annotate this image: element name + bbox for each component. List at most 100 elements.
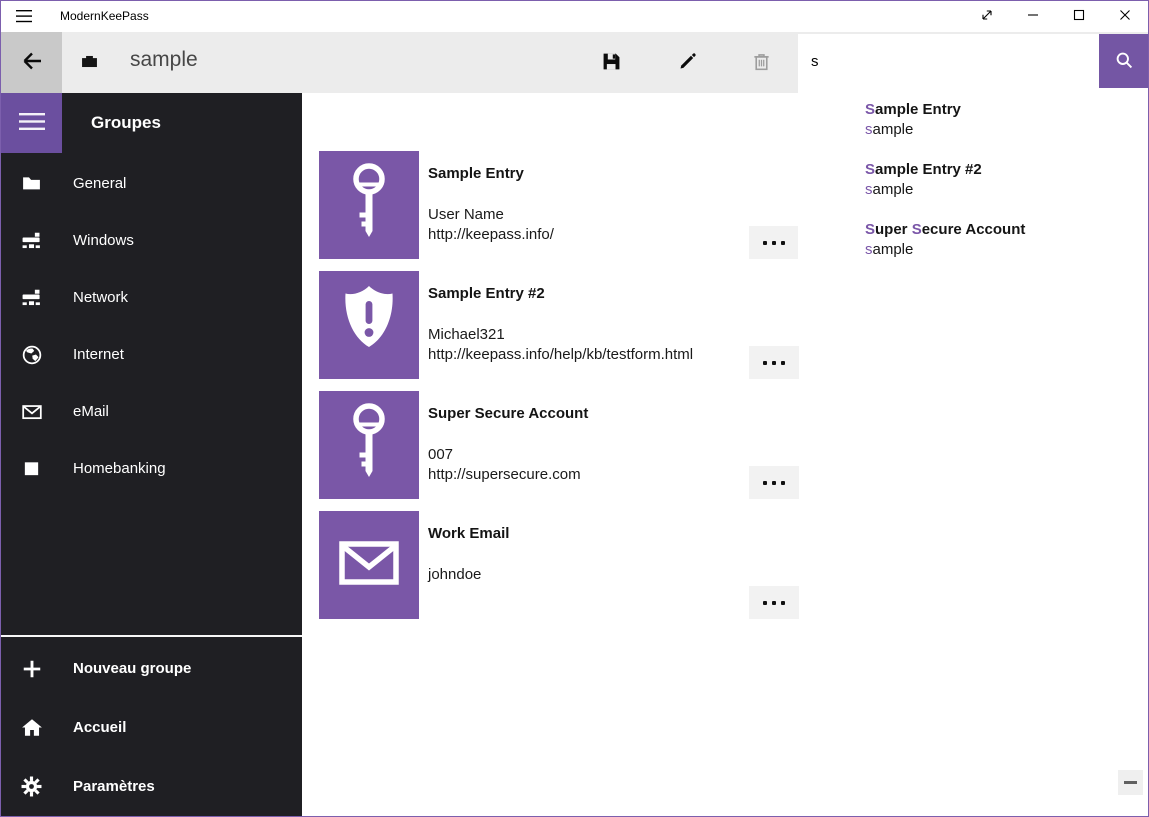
ellipsis-icon [763, 601, 767, 605]
nav-hamburger-button[interactable] [1, 93, 62, 153]
entry-list: Sample Entry User Name http://keepass.in… [319, 151, 799, 631]
entry-details: User Name http://keepass.info/ [428, 205, 554, 245]
sidebar-item-label: Nouveau groupe [73, 660, 191, 677]
edit-button[interactable] [663, 32, 711, 93]
app-window: ModernKeePass [0, 0, 1149, 817]
entry-username: Michael321 [428, 325, 693, 345]
sidebar-item-new-group[interactable]: Nouveau groupe [1, 639, 302, 698]
hamburger-icon[interactable] [16, 10, 32, 23]
close-icon [1119, 9, 1131, 24]
search-result-super-secure-account[interactable]: Super Secure Account sample [865, 220, 1139, 260]
maximize-button[interactable] [1056, 1, 1102, 32]
sidebar-divider [1, 635, 302, 637]
entry-tile [319, 271, 419, 379]
minimize-button[interactable] [1010, 1, 1056, 32]
entry-row-sample-entry-2[interactable]: Sample Entry #2 Michael321 http://keepas… [319, 271, 799, 391]
sidebar: Groupes General Windows Network [1, 93, 302, 816]
save-button[interactable] [587, 32, 635, 93]
folder-icon [1, 173, 62, 194]
plus-icon [1, 658, 62, 680]
entry-details: 007 http://supersecure.com [428, 445, 581, 485]
square-icon [1, 459, 62, 478]
entry-details: johndoe [428, 565, 481, 585]
sidebar-item-label: Internet [73, 346, 124, 363]
sidebar-header: Groupes [91, 93, 161, 153]
entry-tile [319, 151, 419, 259]
hamburger-icon [19, 111, 45, 135]
entry-tile [319, 511, 419, 619]
ellipsis-icon [763, 481, 767, 485]
ellipsis-icon [763, 241, 767, 245]
result-group: sample [865, 120, 1139, 140]
trash-icon [752, 52, 771, 74]
magnifier-icon [1114, 50, 1134, 73]
sidebar-item-internet[interactable]: Internet [1, 326, 302, 383]
entry-row-work-email[interactable]: Work Email johndoe [319, 511, 799, 631]
database-title: sample [130, 48, 198, 72]
network-icon [1, 230, 62, 251]
pencil-icon [678, 52, 697, 74]
fullscreen-button[interactable] [964, 1, 1010, 32]
sidebar-footer: Nouveau groupe Accueil Paramètres [1, 639, 302, 816]
save-icon [602, 52, 621, 74]
sidebar-item-windows[interactable]: Windows [1, 212, 302, 269]
more-button[interactable] [749, 586, 799, 619]
sidebar-item-label: Paramètres [73, 778, 155, 795]
result-title: Sample Entry #2 [865, 160, 1139, 180]
more-button[interactable] [749, 466, 799, 499]
entry-username: User Name [428, 205, 554, 225]
sidebar-item-label: Windows [73, 232, 134, 249]
envelope-icon [1, 401, 62, 423]
globe-icon [1, 344, 62, 366]
search-button[interactable] [1099, 34, 1149, 88]
titlebar: ModernKeePass [1, 1, 1148, 32]
delete-button[interactable] [737, 32, 785, 93]
sidebar-item-general[interactable]: General [1, 155, 302, 212]
minus-icon [1124, 781, 1137, 784]
entry-title: Work Email [428, 525, 509, 542]
fullscreen-icon [980, 8, 994, 25]
entry-title: Sample Entry [428, 165, 524, 182]
app-title: ModernKeePass [60, 1, 149, 32]
sidebar-item-label: Network [73, 289, 128, 306]
entry-row-sample-entry[interactable]: Sample Entry User Name http://keepass.in… [319, 151, 799, 271]
sidebar-item-label: eMail [73, 403, 109, 420]
minimize-icon [1027, 9, 1039, 24]
maximize-icon [1073, 9, 1085, 24]
sidebar-item-settings[interactable]: Paramètres [1, 757, 302, 816]
search-input[interactable] [798, 34, 1099, 88]
close-button[interactable] [1102, 1, 1148, 32]
entry-title: Super Secure Account [428, 405, 588, 422]
entry-url: http://keepass.info/help/kb/testform.htm… [428, 345, 693, 365]
envelope-icon [319, 509, 419, 622]
group-list: General Windows Network Internet [1, 155, 302, 497]
sidebar-item-home[interactable]: Accueil [1, 698, 302, 757]
search-result-sample-entry-2[interactable]: Sample Entry #2 sample [865, 160, 1139, 200]
result-title: Sample Entry [865, 100, 1139, 120]
entry-title: Sample Entry #2 [428, 285, 545, 302]
shield-alert-icon [319, 269, 419, 382]
key-icon [319, 149, 419, 262]
more-button[interactable] [749, 346, 799, 379]
entry-row-super-secure-account[interactable]: Super Secure Account 007 http://supersec… [319, 391, 799, 511]
ellipsis-icon [763, 361, 767, 365]
entry-url: http://keepass.info/ [428, 225, 554, 245]
search-suggestions: Sample Entry sample Sample Entry #2 samp… [798, 88, 1149, 310]
entry-username: 007 [428, 445, 581, 465]
back-button[interactable] [1, 32, 62, 93]
window-controls [964, 1, 1148, 32]
command-bar: sample [1, 32, 1148, 93]
result-group: sample [865, 240, 1139, 260]
result-title: Super Secure Account [865, 220, 1139, 240]
entry-url: http://supersecure.com [428, 465, 581, 485]
sidebar-item-homebanking[interactable]: Homebanking [1, 440, 302, 497]
search-box [798, 34, 1149, 88]
sidebar-item-network[interactable]: Network [1, 269, 302, 326]
entry-username: johndoe [428, 565, 481, 585]
sidebar-item-email[interactable]: eMail [1, 383, 302, 440]
more-button[interactable] [749, 226, 799, 259]
search-result-sample-entry[interactable]: Sample Entry sample [865, 100, 1139, 140]
sidebar-item-label: Homebanking [73, 460, 166, 477]
zoom-out-button[interactable] [1118, 770, 1143, 795]
key-icon [319, 389, 419, 502]
